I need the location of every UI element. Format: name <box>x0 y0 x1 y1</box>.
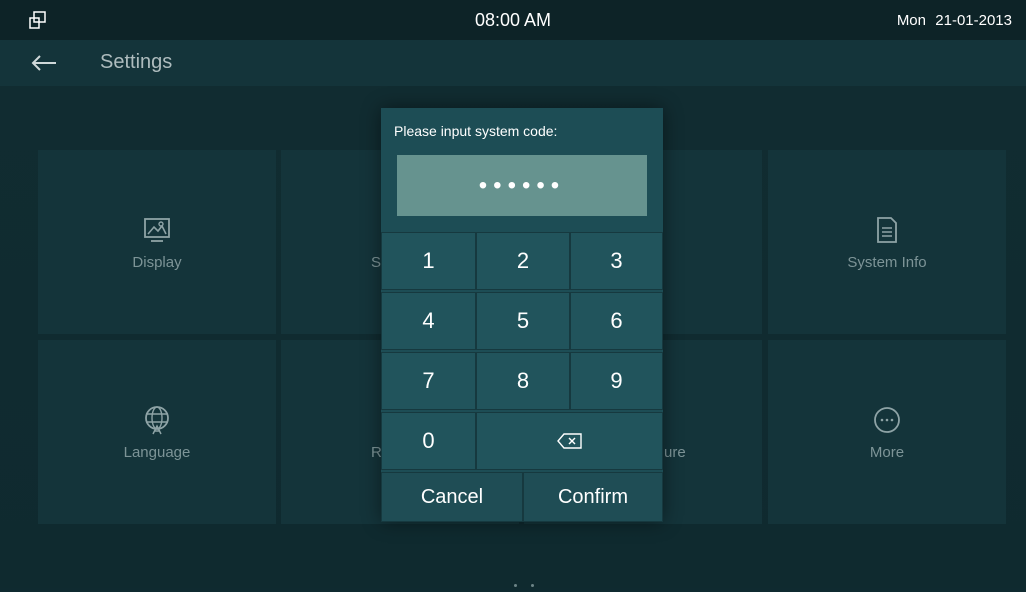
tile-label: Language <box>123 443 191 461</box>
key-9[interactable]: 9 <box>570 352 663 410</box>
key-7[interactable]: 7 <box>381 352 476 410</box>
title-bar: Settings <box>0 40 1026 86</box>
page-title: Settings <box>100 51 173 73</box>
tile-label: ure <box>664 443 686 461</box>
backspace-icon <box>556 433 582 449</box>
confirm-button[interactable]: Confirm <box>523 472 663 522</box>
back-arrow-icon[interactable] <box>30 52 58 74</box>
backspace-button[interactable] <box>476 412 663 470</box>
code-input[interactable]: •••••• <box>397 155 647 216</box>
key-6[interactable]: 6 <box>570 292 663 350</box>
cancel-button[interactable]: Cancel <box>381 472 523 522</box>
dialog-prompt: Please input system code: <box>394 123 558 139</box>
key-4[interactable]: 4 <box>381 292 476 350</box>
tile-more[interactable]: More <box>768 340 1006 524</box>
globe-icon <box>145 405 169 434</box>
more-icon <box>874 406 900 433</box>
tile-language[interactable]: Language <box>38 340 276 524</box>
status-bar: 08:00 AM Mon 21-01-2013 <box>0 0 1026 40</box>
display-icon <box>144 217 170 242</box>
tile-display[interactable]: Display <box>38 150 276 334</box>
status-day: Mon <box>896 12 926 29</box>
status-time: 08:00 AM <box>474 10 552 30</box>
tile-system-info[interactable]: System Info <box>768 150 1006 334</box>
tile-label: Display <box>132 253 182 271</box>
system-code-dialog: Please input system code: •••••• 1 2 3 4… <box>381 108 663 522</box>
tile-label: S <box>371 253 382 271</box>
document-icon <box>877 216 897 243</box>
key-2[interactable]: 2 <box>476 232 570 290</box>
tile-label: System Info <box>847 253 927 271</box>
tile-label: More <box>869 443 905 461</box>
page-indicator <box>507 574 541 592</box>
key-8[interactable]: 8 <box>476 352 570 410</box>
key-3[interactable]: 3 <box>570 232 663 290</box>
key-1[interactable]: 1 <box>381 232 476 290</box>
key-5[interactable]: 5 <box>476 292 570 350</box>
status-date: 21-01-2013 <box>935 12 1012 29</box>
key-0[interactable]: 0 <box>381 412 476 470</box>
